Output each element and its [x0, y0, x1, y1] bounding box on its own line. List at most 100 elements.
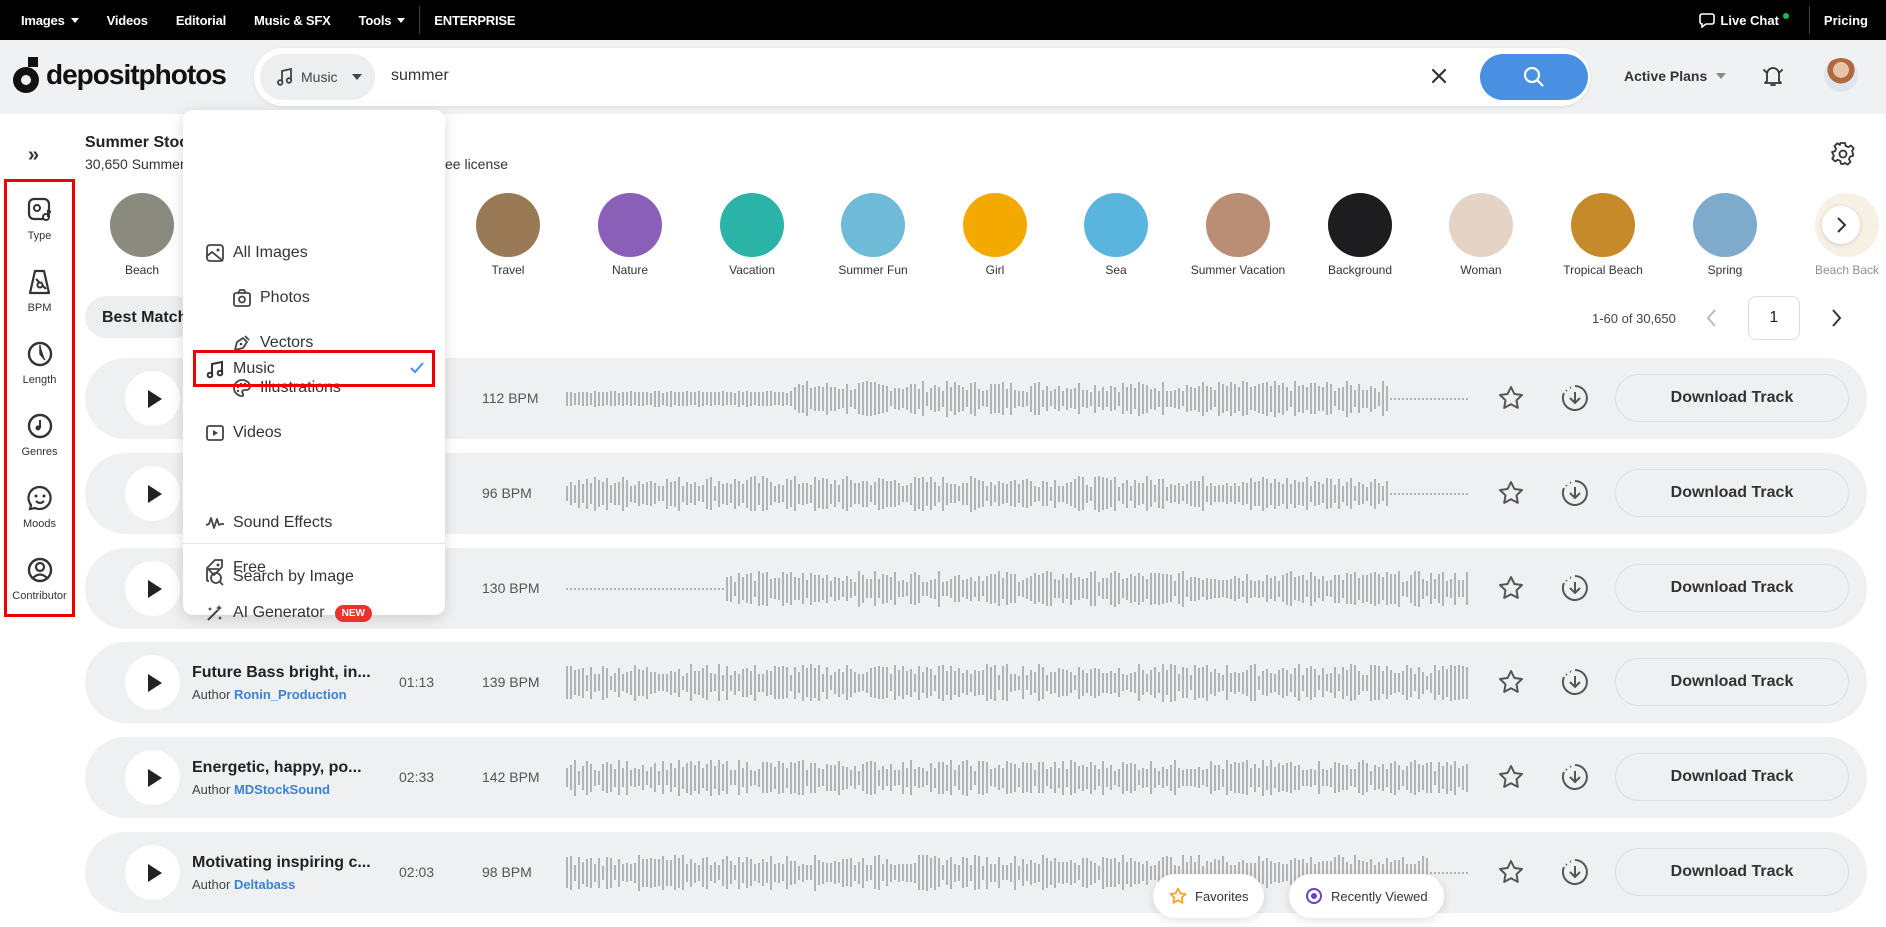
nav-tools[interactable]: Tools: [359, 13, 406, 28]
recently-viewed-button[interactable]: Recently Viewed: [1289, 874, 1444, 918]
search-by-image-button[interactable]: Search by Image: [205, 562, 354, 592]
category-sea[interactable]: Sea: [1061, 193, 1171, 277]
category-tropical-beach[interactable]: Tropical Beach: [1548, 193, 1658, 277]
track-title[interactable]: Future Bass bright, in...: [192, 664, 377, 682]
live-chat-link[interactable]: Live Chat: [1699, 12, 1789, 28]
waveform-bar: [1014, 480, 1016, 507]
category-beach[interactable]: Beach: [87, 193, 197, 277]
waveform[interactable]: [566, 660, 1471, 705]
download-track-button[interactable]: Download Track: [1615, 753, 1849, 801]
play-button[interactable]: [125, 655, 180, 710]
settings-gear-icon[interactable]: [1830, 141, 1856, 167]
filter-length[interactable]: Length: [7, 340, 72, 386]
menu-item-all-images[interactable]: All Images: [205, 238, 308, 268]
download-track-button[interactable]: Download Track: [1615, 848, 1849, 896]
waveform-bar: [1006, 865, 1008, 880]
menu-item-music[interactable]: Music: [193, 350, 435, 387]
nav-editorial[interactable]: Editorial: [176, 13, 226, 28]
waveform-bar: [1286, 478, 1288, 509]
filter-genres[interactable]: Genres: [7, 412, 72, 458]
favorite-star-icon[interactable]: [1497, 763, 1525, 791]
waveform-bar: [694, 862, 696, 883]
category-summer-vacation[interactable]: Summer Vacation: [1183, 193, 1293, 277]
category-vacation[interactable]: Vacation: [697, 193, 807, 277]
prev-page-icon[interactable]: [1704, 306, 1720, 330]
waveform-bar: [934, 578, 936, 599]
waveform-bar: [1326, 382, 1328, 415]
category-nature[interactable]: Nature: [575, 193, 685, 277]
favorite-star-icon[interactable]: [1497, 384, 1525, 412]
download-icon[interactable]: [1560, 573, 1590, 603]
nav-videos[interactable]: Videos: [107, 13, 148, 28]
favorite-star-icon[interactable]: [1497, 668, 1525, 696]
favorite-star-icon[interactable]: [1497, 858, 1525, 886]
active-plans-dropdown[interactable]: Active Plans: [1624, 68, 1727, 84]
waveform[interactable]: [566, 566, 1471, 611]
play-button[interactable]: [125, 371, 180, 426]
page-number-input[interactable]: [1747, 296, 1800, 340]
search-type-dropdown[interactable]: Music: [260, 54, 375, 100]
favorite-star-icon[interactable]: [1497, 574, 1525, 602]
waveform-bar: [710, 587, 712, 590]
filter-type[interactable]: Type: [7, 196, 72, 242]
search-input[interactable]: [391, 67, 1291, 85]
category-background[interactable]: Background: [1305, 193, 1415, 277]
download-icon[interactable]: [1560, 478, 1590, 508]
logo[interactable]: depositphotos: [13, 57, 227, 93]
nav-images[interactable]: Images: [21, 13, 79, 28]
clear-search-icon[interactable]: [1428, 65, 1450, 87]
waveform-bar: [630, 670, 632, 695]
waveform[interactable]: [566, 471, 1471, 516]
download-icon[interactable]: [1560, 667, 1590, 697]
menu-item-videos[interactable]: Videos: [205, 418, 282, 448]
filter-moods[interactable]: Moods: [7, 484, 72, 530]
menu-item-sound-effects[interactable]: Sound Effects: [205, 508, 332, 538]
author-link[interactable]: Ronin_Production: [234, 687, 347, 702]
favorites-button[interactable]: Favorites: [1153, 874, 1265, 918]
download-track-button[interactable]: Download Track: [1615, 658, 1849, 706]
filter-contributor[interactable]: Contributor: [7, 556, 72, 602]
notifications-bell-icon[interactable]: [1760, 63, 1786, 89]
download-icon[interactable]: [1560, 383, 1590, 413]
next-page-icon[interactable]: [1828, 306, 1844, 330]
category-girl[interactable]: Girl: [940, 193, 1050, 277]
play-button[interactable]: [125, 466, 180, 521]
track-title[interactable]: Energetic, happy, po...: [192, 759, 377, 777]
waveform-bar: [1126, 675, 1128, 690]
expand-sidebar-icon[interactable]: »: [28, 144, 39, 167]
download-icon[interactable]: [1560, 857, 1590, 887]
menu-item-photos[interactable]: Photos: [232, 283, 310, 313]
user-avatar[interactable]: [1824, 58, 1858, 92]
track-title[interactable]: Motivating inspiring c...: [192, 854, 377, 872]
category-spring[interactable]: Spring: [1670, 193, 1780, 277]
nav-enterprise[interactable]: ENTERPRISE: [434, 13, 515, 28]
author-link[interactable]: MDStockSound: [234, 782, 330, 797]
waveform-bar: [1190, 576, 1192, 601]
category-summer-fun[interactable]: Summer Fun: [818, 193, 928, 277]
waveform-bar: [966, 390, 968, 407]
category-woman[interactable]: Woman: [1426, 193, 1536, 277]
search-button[interactable]: [1480, 54, 1588, 100]
category-label: Sea: [1105, 263, 1127, 277]
download-icon[interactable]: [1560, 762, 1590, 792]
waveform[interactable]: [566, 755, 1471, 800]
logo-mark-icon: [13, 57, 41, 93]
menu-item-ai-generator[interactable]: AI Generator NEW: [205, 598, 372, 628]
nav-music-sfx[interactable]: Music & SFX: [254, 13, 331, 28]
play-button[interactable]: [125, 845, 180, 900]
play-button[interactable]: [125, 750, 180, 805]
favorite-star-icon[interactable]: [1497, 479, 1525, 507]
waveform-bar: [758, 673, 760, 692]
pricing-link[interactable]: Pricing: [1824, 13, 1868, 28]
download-track-button[interactable]: Download Track: [1615, 469, 1849, 517]
author-link[interactable]: Deltabass: [234, 877, 295, 892]
waveform-bar: [886, 769, 888, 786]
category-travel[interactable]: Travel: [453, 193, 563, 277]
waveform[interactable]: [566, 376, 1471, 421]
download-track-button[interactable]: Download Track: [1615, 564, 1849, 612]
play-button[interactable]: [125, 561, 180, 616]
filter-bpm[interactable]: BPM: [7, 268, 72, 314]
categories-next-button[interactable]: [1822, 206, 1860, 244]
download-track-button[interactable]: Download Track: [1615, 374, 1849, 422]
sort-dropdown[interactable]: Best Match: [85, 296, 195, 338]
